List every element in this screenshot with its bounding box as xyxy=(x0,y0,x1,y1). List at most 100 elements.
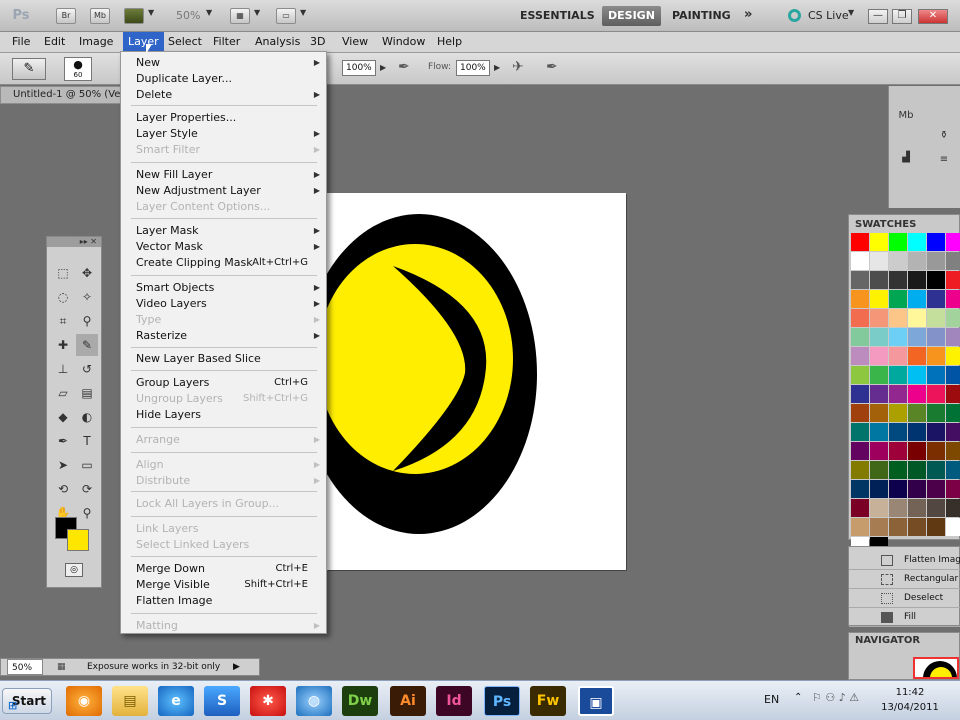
color-swatch[interactable] xyxy=(851,328,869,346)
start-button[interactable]: ⊞ Start xyxy=(2,688,52,714)
3d-orbit-tool-icon[interactable]: ⟳ xyxy=(76,478,98,500)
color-swatch[interactable] xyxy=(889,252,907,270)
color-swatch[interactable] xyxy=(908,309,926,327)
dreamweaver-icon[interactable]: Dw xyxy=(342,686,378,716)
mini-bridge-panel-icon[interactable]: Mb xyxy=(895,106,917,126)
pressure-size-icon[interactable]: ✒ xyxy=(546,59,558,75)
color-swatch[interactable] xyxy=(889,271,907,289)
photoshop-taskbar-icon[interactable]: Ps xyxy=(484,686,520,716)
color-swatch[interactable] xyxy=(927,423,945,441)
workspace-painting[interactable]: PAINTING xyxy=(672,9,731,22)
move-tool-icon[interactable]: ✥ xyxy=(76,262,98,284)
history-item[interactable]: Rectangular M xyxy=(849,570,960,589)
color-swatch[interactable] xyxy=(927,404,945,422)
color-swatch[interactable] xyxy=(927,290,945,308)
color-swatch[interactable] xyxy=(889,347,907,365)
color-swatch[interactable] xyxy=(889,518,907,536)
menu-item-video-layers[interactable]: Video Layers ▶ xyxy=(121,296,326,312)
color-swatch[interactable] xyxy=(927,499,945,517)
color-swatch[interactable] xyxy=(889,480,907,498)
menu-item-smart-objects[interactable]: Smart Objects ▶ xyxy=(121,280,326,296)
color-swatch[interactable] xyxy=(870,328,888,346)
color-swatch[interactable] xyxy=(851,233,869,251)
indesign-icon[interactable]: Id xyxy=(436,686,472,716)
mini-bridge-icon[interactable]: Mb xyxy=(90,8,110,24)
color-swatch[interactable] xyxy=(870,347,888,365)
type-tool-icon[interactable]: T xyxy=(76,430,98,452)
color-swatch[interactable] xyxy=(851,518,869,536)
color-swatch[interactable] xyxy=(851,366,869,384)
screen-mode-icon[interactable]: ▭ xyxy=(276,8,296,24)
color-swatch[interactable] xyxy=(908,347,926,365)
brush-tool-icon[interactable]: ✎ xyxy=(76,334,98,356)
color-swatch[interactable] xyxy=(927,442,945,460)
chevron-down-icon[interactable]: ▼ xyxy=(206,8,212,17)
menu-analysis[interactable]: Analysis xyxy=(255,35,300,48)
color-swatch[interactable] xyxy=(851,385,869,403)
menu-item-duplicate-layer[interactable]: Duplicate Layer... xyxy=(121,71,326,87)
marquee-tool-icon[interactable]: ⬚ xyxy=(52,262,74,284)
menu-item-new-fill-layer[interactable]: New Fill Layer ▶ xyxy=(121,167,326,183)
menu-item-group-layers[interactable]: Group Layers Ctrl+G xyxy=(121,375,326,391)
color-swatch[interactable] xyxy=(889,423,907,441)
color-swatch[interactable] xyxy=(927,233,945,251)
chevron-down-icon[interactable]: ▼ xyxy=(848,8,854,17)
color-swatch[interactable] xyxy=(927,252,945,270)
bridge-icon[interactable]: Br xyxy=(56,8,76,24)
menu-item-vector-mask[interactable]: Vector Mask ▶ xyxy=(121,239,326,255)
color-swatch[interactable] xyxy=(946,404,960,422)
color-swatch[interactable] xyxy=(889,233,907,251)
tray-icons[interactable]: ⚐ ⚇ ♪ ⚠ xyxy=(812,691,859,704)
explorer-folder-icon[interactable]: ▤ xyxy=(112,686,148,716)
color-swatch[interactable] xyxy=(851,309,869,327)
brush-picker[interactable]: ● 60 xyxy=(64,57,92,81)
menu-item-new[interactable]: New ▶ xyxy=(121,55,326,71)
color-swatch[interactable] xyxy=(946,328,960,346)
zoom-tool-icon[interactable]: ⚲ xyxy=(76,502,98,524)
status-menu-arrow-icon[interactable]: ▶ xyxy=(233,659,240,675)
menu-help[interactable]: Help xyxy=(437,35,462,48)
menu-item-flatten-image[interactable]: Flatten Image xyxy=(121,593,326,609)
color-swatch[interactable] xyxy=(851,499,869,517)
show-hidden-icons-icon[interactable]: ⌃ xyxy=(794,692,802,703)
color-swatch[interactable] xyxy=(851,290,869,308)
minimize-button[interactable]: — xyxy=(868,9,888,24)
flow-field[interactable]: 100% xyxy=(456,60,490,76)
color-swatch[interactable] xyxy=(870,309,888,327)
color-swatch[interactable] xyxy=(946,366,960,384)
color-swatch[interactable] xyxy=(870,271,888,289)
color-swatch[interactable] xyxy=(946,385,960,403)
chevron-down-icon[interactable]: ▼ xyxy=(300,8,306,17)
pen-tool-icon[interactable]: ✒ xyxy=(52,430,74,452)
healing-tool-icon[interactable]: ✚ xyxy=(52,334,74,356)
color-swatch[interactable] xyxy=(927,309,945,327)
color-swatch[interactable] xyxy=(946,309,960,327)
color-swatch[interactable] xyxy=(927,366,945,384)
color-swatch[interactable] xyxy=(870,385,888,403)
close-button[interactable]: ✕ xyxy=(918,9,948,24)
brush-tool-preset-icon[interactable]: ✎ xyxy=(12,58,46,80)
color-swatch[interactable] xyxy=(946,271,960,289)
color-swatch[interactable] xyxy=(908,442,926,460)
recording-app-icon[interactable]: ✱ xyxy=(250,686,286,716)
color-swatch[interactable] xyxy=(870,518,888,536)
view-extras-icon[interactable] xyxy=(124,8,144,24)
history-brush-tool-icon[interactable]: ↺ xyxy=(76,358,98,380)
menu-edit[interactable]: Edit xyxy=(44,35,65,48)
color-swatch[interactable] xyxy=(927,518,945,536)
zoom-level[interactable]: 50% xyxy=(176,9,200,22)
color-swatch[interactable] xyxy=(889,366,907,384)
color-swatch[interactable] xyxy=(927,328,945,346)
brush-panel-icon[interactable]: ⚱ xyxy=(933,126,955,146)
color-swatch[interactable] xyxy=(870,252,888,270)
network-globe-icon[interactable]: ◍ xyxy=(296,686,332,716)
color-swatch[interactable] xyxy=(851,252,869,270)
airbrush-icon[interactable]: ✈ xyxy=(512,59,524,75)
color-swatch[interactable] xyxy=(870,404,888,422)
dodge-tool-icon[interactable]: ◐ xyxy=(76,406,98,428)
menu-item-merge-down[interactable]: Merge Down Ctrl+E xyxy=(121,561,326,577)
chevron-down-icon[interactable]: ▼ xyxy=(254,8,260,17)
menu-item-layer-mask[interactable]: Layer Mask ▶ xyxy=(121,223,326,239)
color-swatch[interactable] xyxy=(870,499,888,517)
histogram-panel-icon[interactable]: ▟ xyxy=(895,148,917,168)
